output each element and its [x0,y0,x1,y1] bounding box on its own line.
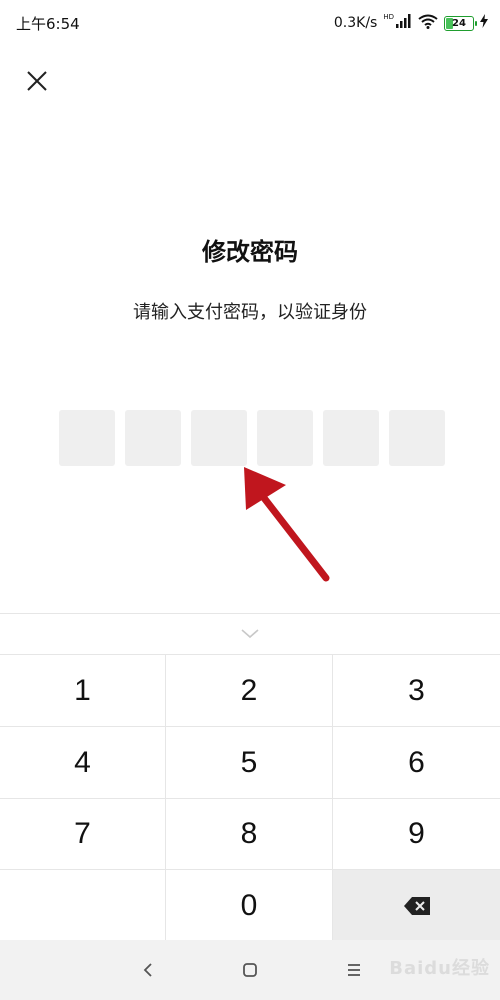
status-time: 上午6:54 [16,15,80,33]
delete-key[interactable] [333,870,500,942]
menu-button[interactable] [342,958,366,982]
key-3[interactable]: 3 [333,655,500,727]
close-button[interactable] [22,66,52,96]
key-8[interactable]: 8 [166,799,333,870]
key-blank [0,870,166,942]
watermark: Baidu经验 [389,958,490,979]
home-icon [243,963,257,977]
menu-icon [348,964,360,976]
keypad-grid: 1 2 3 4 5 6 7 8 9 0 [0,654,500,942]
pin-box-6[interactable] [389,410,445,466]
back-button[interactable] [136,958,160,982]
pin-box-2[interactable] [125,410,181,466]
battery-level: 24 [452,17,466,29]
status-bar: 上午6:54 0.3K/s HD 24 [0,0,500,48]
key-2[interactable]: 2 [166,655,333,727]
hd-label: HD [383,12,394,21]
key-9[interactable]: 9 [333,799,500,870]
key-4[interactable]: 4 [0,727,166,799]
signal-icon [396,14,412,32]
key-7[interactable]: 7 [0,799,166,870]
charging-icon [480,14,488,32]
key-5[interactable]: 5 [166,727,333,799]
numeric-keypad: 1 2 3 4 5 6 7 8 9 0 [0,613,500,942]
status-icons: 0.3K/s HD 24 [334,12,488,34]
battery-icon: 24 [444,15,477,31]
back-icon [143,963,152,977]
page-subtitle: 请输入支付密码，以验证身份 [133,302,367,323]
chevron-down-icon [241,629,259,639]
key-6[interactable]: 6 [333,727,500,799]
backspace-icon [403,896,430,915]
network-speed: 0.3K/s [333,15,378,31]
keypad-collapse-button[interactable] [0,614,500,654]
pin-box-1[interactable] [59,410,115,466]
key-1[interactable]: 1 [0,655,166,727]
key-0[interactable]: 0 [166,870,333,942]
wifi-icon [418,14,438,33]
page-title: 修改密码 [202,238,298,266]
home-button[interactable] [238,958,262,982]
system-nav-bar: Baidu经验 [0,940,500,1000]
annotation-arrow-icon [244,467,330,582]
close-icon [27,71,47,91]
